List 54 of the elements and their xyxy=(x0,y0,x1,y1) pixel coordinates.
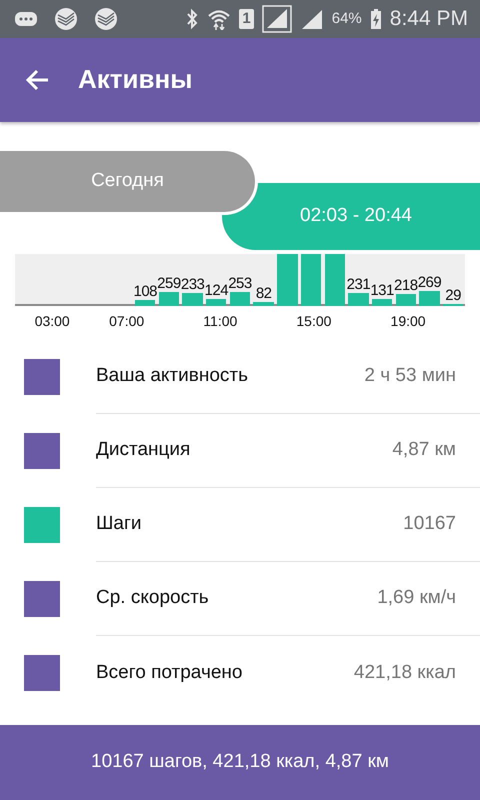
axis-tick-label: 07:00 xyxy=(109,312,144,330)
bank-logo-icon xyxy=(94,7,118,31)
bar-value: 218 xyxy=(394,278,418,294)
stat-value: 10167 xyxy=(403,512,456,536)
stat-label: Шаги xyxy=(96,512,143,536)
chart-bar xyxy=(324,254,345,306)
battery-charging-icon xyxy=(370,8,382,30)
sim-indicator: 1 xyxy=(239,9,254,29)
bank-logo-icon xyxy=(54,7,78,31)
axis-tick-label: 03:00 xyxy=(34,312,70,330)
signal-icon xyxy=(262,5,292,33)
screen-title: Активны xyxy=(78,64,192,96)
bar-value: 231 xyxy=(346,277,370,292)
time-range-label: 02:03 - 20:44 xyxy=(222,183,480,250)
bar-value: 233 xyxy=(180,277,204,292)
bar-value: 259 xyxy=(157,276,181,291)
stat-label: Дистанция xyxy=(96,438,192,462)
bar-value: 108 xyxy=(133,284,158,300)
axis-tick-label: 15:00 xyxy=(296,312,332,330)
stat-value: 2 ч 53 мин xyxy=(364,364,456,388)
message-icon xyxy=(14,10,38,28)
chart-bar xyxy=(372,298,392,306)
stat-label: Ср. скорость xyxy=(96,586,210,610)
bluetooth-icon xyxy=(185,8,200,30)
chart-bar xyxy=(158,292,180,306)
chart-bar xyxy=(277,254,298,306)
chart-bar xyxy=(348,293,369,306)
chart-bar xyxy=(396,294,416,306)
chart-bar xyxy=(206,299,226,306)
bar-value: 269 xyxy=(418,275,442,290)
stat-label: Всего потрачено xyxy=(96,660,244,685)
bar-value: 131 xyxy=(370,282,394,298)
chart-bar xyxy=(182,293,203,306)
bar-value: 253 xyxy=(228,276,252,292)
stat-value: 1,69 км/ч xyxy=(377,586,456,610)
chart-bar xyxy=(419,291,440,306)
day-label[interactable]: Сегодня xyxy=(0,148,258,215)
stat-value: 4,87 км xyxy=(392,438,456,462)
bar-value: 29 xyxy=(445,288,461,303)
chart-bar xyxy=(230,292,250,306)
clock: 8:44 PM xyxy=(390,6,468,32)
chart-bar xyxy=(253,302,274,306)
signal-icon xyxy=(300,8,324,30)
summary-text: 10167 шагов, 421,18 ккал, 4,87 км xyxy=(91,750,389,774)
stat-value: 421,18 ккал xyxy=(354,660,456,685)
axis-tick-label: 11:00 xyxy=(203,312,238,330)
bar-value: 124 xyxy=(204,283,228,298)
stat-label: Ваша активность xyxy=(96,364,249,388)
axis-tick-label: 19:00 xyxy=(390,312,426,330)
battery-percent: 64% xyxy=(332,8,362,29)
wifi-icon xyxy=(207,8,232,30)
bar-value: 82 xyxy=(256,286,272,301)
chart-bar xyxy=(300,254,322,306)
chart-bar xyxy=(135,300,156,306)
